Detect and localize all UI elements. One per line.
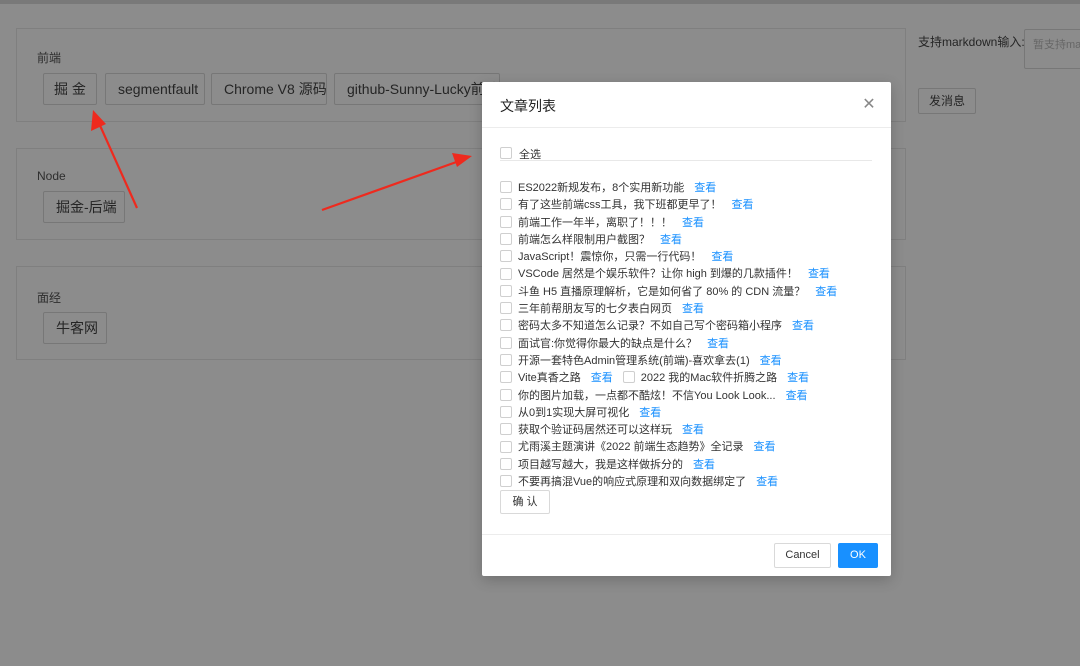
arrow-to-juejin bbox=[91, 110, 139, 209]
arrow-to-dialog bbox=[321, 153, 472, 212]
annotation-arrows bbox=[91, 110, 472, 212]
